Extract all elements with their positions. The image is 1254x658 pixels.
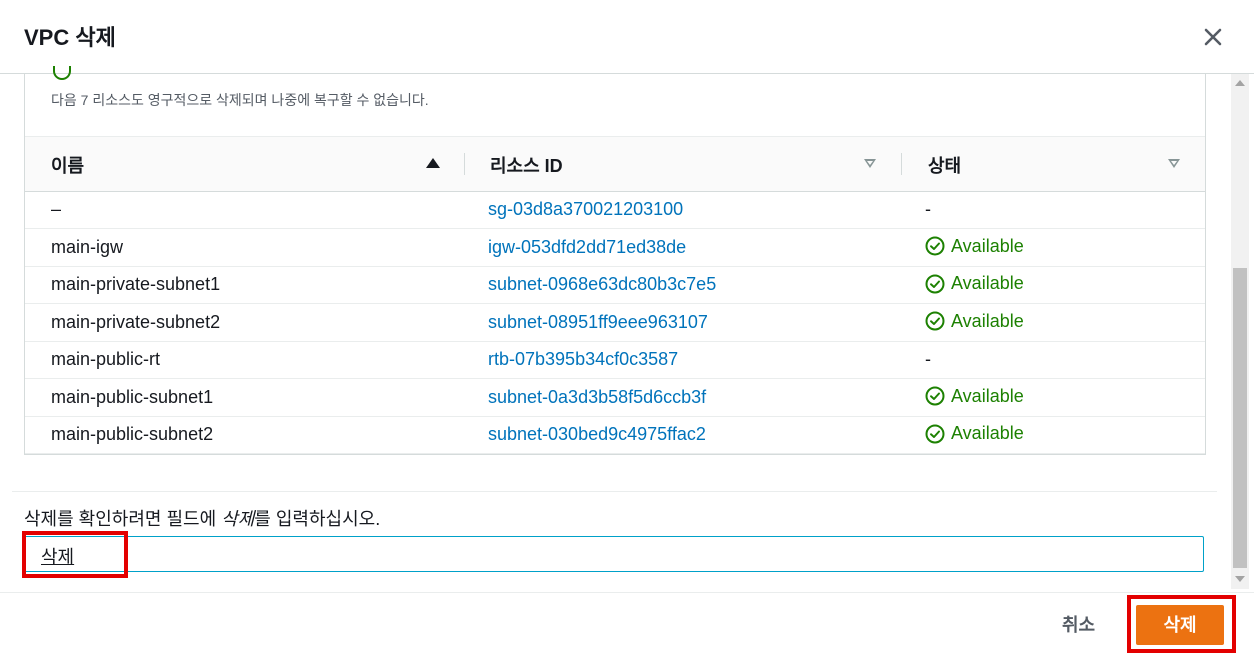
status-text: Available	[951, 310, 1024, 331]
close-icon[interactable]	[1198, 22, 1228, 52]
resource-status: Available	[925, 273, 1024, 294]
table-row: main-public-subnet1 subnet-0a3d3b58f5d6cc…	[25, 379, 1205, 417]
sort-icon[interactable]	[864, 159, 876, 168]
section-divider	[12, 491, 1217, 492]
table-row: main-public-rt rtb-07b395b34cf0c3587 -	[25, 341, 1205, 379]
status-text: Available	[951, 273, 1024, 293]
delete-highlight-box	[1127, 595, 1236, 653]
column-separator	[901, 153, 902, 175]
resource-name: –	[51, 199, 62, 219]
resource-id-link[interactable]: rtb-07b395b34cf0c3587	[488, 349, 678, 370]
resource-id-link[interactable]: subnet-0968e63dc80b3c7e5	[488, 274, 716, 295]
check-circle-icon	[925, 424, 945, 443]
modal-footer: 취소 삭제	[0, 592, 1254, 658]
check-circle-icon	[925, 386, 945, 406]
resource-status: Available	[925, 311, 1024, 332]
table-row: main-igw igw-053dfd2dd71ed38de Available	[25, 229, 1205, 267]
modal-header: VPC 삭제	[0, 0, 1254, 74]
check-circle-icon	[925, 274, 945, 293]
confirm-delete-input[interactable]: 삭제	[24, 536, 1204, 572]
resource-status: -	[925, 349, 931, 369]
table-header: 이름 리소스 ID 상태	[25, 136, 1205, 192]
scroll-up-arrow-icon[interactable]	[1235, 80, 1245, 86]
resource-id-link[interactable]: igw-053dfd2dd71ed38de	[488, 237, 686, 258]
resource-name: main-private-subnet1	[51, 274, 221, 294]
status-text: Available	[951, 385, 1024, 406]
column-header-status[interactable]: 상태	[928, 152, 961, 178]
table-row: – sg-03d8a370021203100 -	[25, 191, 1205, 229]
confirm-label-prefix: 삭제를 확인하려면 필드에	[24, 509, 222, 529]
column-header-name[interactable]: 이름	[51, 152, 84, 178]
input-highlight-box	[22, 531, 128, 578]
status-text: Available	[951, 423, 1024, 443]
check-circle-icon	[925, 236, 945, 256]
table-row: main-public-subnet2 subnet-030bed9c4975ff…	[25, 416, 1205, 454]
resource-status: Available	[925, 423, 1024, 444]
resource-name: main-public-subnet1	[51, 386, 214, 407]
resource-name: main-public-subnet2	[51, 424, 214, 444]
resource-id-link[interactable]: subnet-030bed9c4975ffac2	[488, 424, 706, 445]
check-circle-icon	[925, 311, 945, 331]
scroll-thumb[interactable]	[1233, 268, 1247, 568]
resource-status: Available	[925, 236, 1024, 257]
resource-name: main-igw	[51, 236, 124, 257]
resource-status: Available	[925, 386, 1024, 407]
resource-id-link[interactable]: subnet-08951ff9eee963107	[488, 312, 708, 333]
resource-name: main-public-rt	[51, 349, 161, 369]
status-check-icon	[53, 66, 71, 80]
sort-ascending-icon[interactable]	[426, 158, 440, 168]
resource-id-link[interactable]: subnet-0a3d3b58f5d6ccb3f	[488, 387, 706, 408]
resources-description: 다음 7 리소스도 영구적으로 삭제되며 나중에 복구할 수 없습니다.	[51, 92, 429, 108]
confirm-label: 삭제를 확인하려면 필드에 삭제를 입력하십시오.	[24, 505, 380, 531]
resource-status: -	[925, 199, 931, 219]
cancel-button[interactable]: 취소	[1062, 611, 1095, 637]
resources-panel: 다음 7 리소스도 영구적으로 삭제되며 나중에 복구할 수 없습니다. 이름 …	[24, 66, 1206, 455]
column-header-resource-id[interactable]: 리소스 ID	[490, 152, 563, 178]
resource-name: main-private-subnet2	[51, 311, 221, 332]
status-text: Available	[951, 235, 1024, 256]
table-row: main-private-subnet1 subnet-0968e63dc80b3…	[25, 266, 1205, 304]
sort-icon[interactable]	[1168, 159, 1180, 168]
table-row: main-private-subnet2 subnet-08951ff9eee96…	[25, 304, 1205, 342]
confirm-label-keyword: 삭제	[221, 509, 255, 529]
scroll-down-arrow-icon[interactable]	[1235, 576, 1245, 582]
column-separator	[464, 153, 465, 175]
confirm-label-suffix: 를 입력하십시오.	[254, 509, 381, 529]
modal-title: VPC 삭제	[24, 25, 116, 50]
modal-scrollbar[interactable]	[1231, 74, 1249, 589]
resource-id-link[interactable]: sg-03d8a370021203100	[488, 199, 683, 220]
